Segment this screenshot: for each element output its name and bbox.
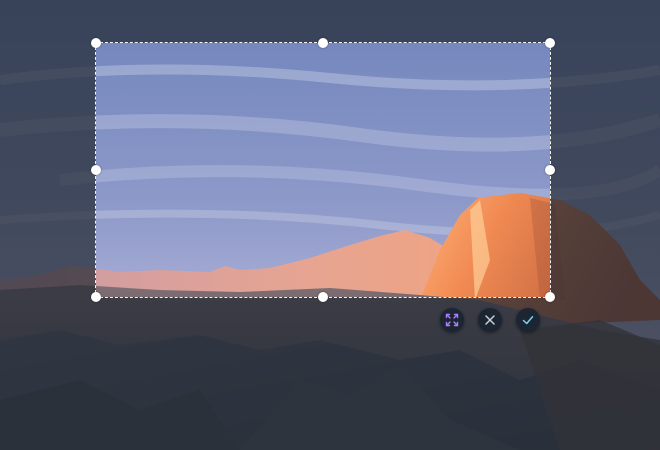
- crop-selection[interactable]: [91, 38, 555, 302]
- crop-handle-top-left[interactable]: [91, 38, 101, 48]
- crop-handle-top[interactable]: [318, 38, 328, 48]
- cancel-button[interactable]: [478, 308, 502, 332]
- close-icon: [485, 315, 495, 325]
- confirm-button[interactable]: [516, 308, 540, 332]
- crop-handle-bottom-right[interactable]: [545, 292, 555, 302]
- crop-handle-right[interactable]: [545, 165, 555, 175]
- check-icon: [522, 316, 534, 325]
- expand-corners-icon: [445, 313, 459, 327]
- crop-handle-left[interactable]: [91, 165, 101, 175]
- fullscreen-button[interactable]: [440, 308, 464, 332]
- crop-handle-top-right[interactable]: [545, 38, 555, 48]
- crop-handle-bottom-left[interactable]: [91, 292, 101, 302]
- image-crop-editor: [0, 0, 660, 450]
- crop-handle-bottom[interactable]: [318, 292, 328, 302]
